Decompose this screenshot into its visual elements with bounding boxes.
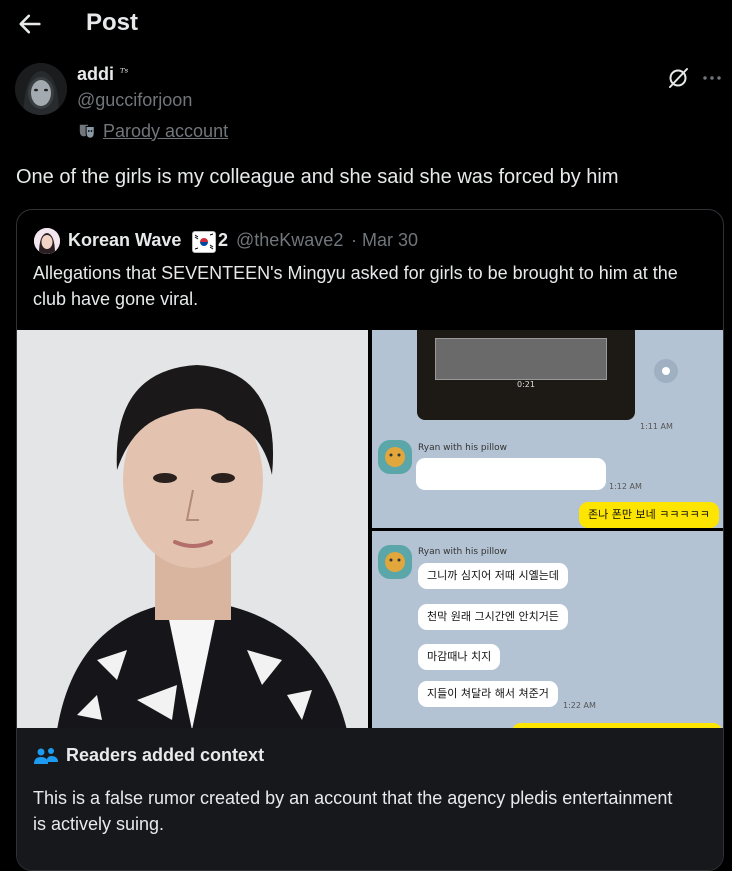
chat-time: 1:11 AM — [640, 422, 673, 431]
parody-account-text[interactable]: Parody account — [103, 121, 228, 142]
quoted-text: Allegations that SEVENTEEN's Mingyu aske… — [33, 263, 678, 309]
quoted-author-name[interactable]: Korean Wave — [68, 230, 181, 251]
chat-time: 1:22 AM — [563, 701, 596, 710]
author-handle[interactable]: @gucciforjoon — [77, 90, 192, 111]
arrow-left-icon[interactable] — [16, 10, 44, 38]
quoted-author-handle[interactable]: @theKwave2 — [236, 230, 343, 251]
theater-mask-icon — [79, 124, 95, 139]
top-bar: Post — [0, 0, 732, 50]
quoted-media-chat-1[interactable]: 0:21 1:11 AM Ryan with his pillow 1:12 A… — [372, 330, 723, 528]
profile-icon — [378, 545, 412, 579]
post-text: One of the girls is my colleague and she… — [16, 166, 619, 188]
separator-dot: · — [351, 230, 357, 250]
quoted-date[interactable]: Mar 30 — [362, 230, 418, 251]
profile-icon — [378, 440, 412, 474]
avatar[interactable] — [15, 63, 67, 115]
author-name[interactable]: addi — [77, 64, 114, 85]
context-text: This is a false rumor created by an acco… — [33, 788, 673, 834]
korea-flag-icon — [192, 231, 216, 253]
chat-bubble: 지들이 쳐달라 해서 쳐준거 — [418, 681, 558, 707]
chat-bubble: 마감때나 치지 — [418, 644, 501, 670]
quoted-avatar[interactable] — [34, 228, 60, 254]
chat-bubble — [416, 458, 606, 490]
chat-time: 1:12 AM — [609, 482, 642, 491]
chat-bubble: 그니까 심지어 저때 시옐는데 — [418, 563, 568, 589]
quoted-media-chat-2[interactable]: Ryan with his pillow 그니까 심지어 저때 시옐는데 천막 … — [372, 531, 723, 730]
share-icon[interactable] — [653, 358, 679, 384]
readers-context-panel: Readers added context This is a false ru… — [17, 728, 723, 870]
chat-bubble-mine: 존나 폰만 보네 ㅋㅋㅋㅋㅋ — [579, 502, 719, 528]
video-duration: 0:21 — [517, 380, 535, 389]
chat-sender: Ryan with his pillow — [418, 443, 507, 453]
video-thumbnail: 0:21 — [417, 330, 635, 420]
author-name-suffix: ᵀˢ — [120, 66, 129, 79]
chat-bubble: 천막 원래 그시간엔 안치거든 — [418, 604, 568, 630]
people-icon — [34, 748, 58, 764]
quoted-media-photo[interactable] — [17, 330, 368, 730]
chat-sender: Ryan with his pillow — [418, 547, 507, 557]
grok-icon[interactable] — [666, 66, 690, 90]
page-title: Post — [86, 9, 139, 36]
parody-label[interactable]: Parody account — [78, 120, 228, 142]
context-title: Readers added context — [66, 745, 265, 765]
quoted-post[interactable]: Korean Wave 2 @theKwave2 · Mar 30 Allega… — [16, 209, 724, 871]
more-options-icon[interactable] — [700, 66, 724, 90]
quoted-author-number: 2 — [218, 230, 229, 250]
